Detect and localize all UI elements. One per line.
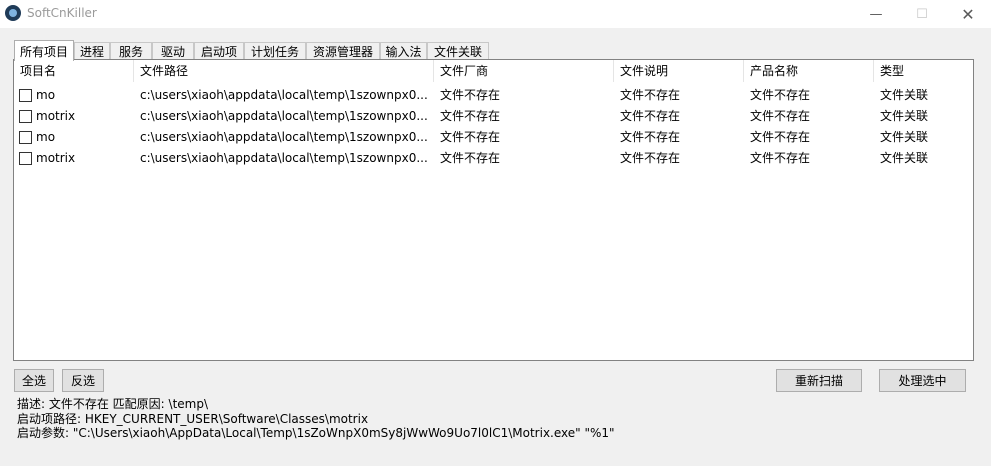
table-row[interactable]: mo c:\users\xiaoh\appdata\local\temp\1sz…	[14, 127, 973, 148]
cell-vendor: 文件不存在	[440, 88, 501, 102]
cell-path: c:\users\xiaoh\appdata\local\temp\1szown…	[140, 109, 428, 123]
tab-input-method[interactable]: 输入法	[380, 42, 427, 60]
table-row[interactable]: mo c:\users\xiaoh\appdata\local\temp\1sz…	[14, 85, 973, 106]
cell-type: 文件关联	[880, 88, 929, 102]
column-header-path[interactable]: 文件路径	[134, 60, 434, 82]
cell-vendor: 文件不存在	[440, 151, 501, 165]
cell-name: motrix	[36, 109, 76, 123]
tab-drivers[interactable]: 驱动	[152, 42, 194, 60]
startup-args-text: 启动参数: "C:\Users\xiaoh\AppData\Local\Temp…	[17, 426, 615, 440]
window-title: SoftCnKiller	[27, 6, 97, 20]
cell-description: 文件不存在	[620, 88, 681, 102]
rescan-button[interactable]: 重新扫描	[776, 369, 862, 392]
process-selected-button[interactable]: 处理选中	[879, 369, 966, 392]
cell-path: c:\users\xiaoh\appdata\local\temp\1szown…	[140, 130, 428, 144]
cell-type: 文件关联	[880, 109, 929, 123]
cell-description: 文件不存在	[620, 130, 681, 144]
list-header: 项目名 文件路径 文件厂商 文件说明 产品名称 类型	[14, 60, 973, 82]
tab-services[interactable]: 服务	[110, 42, 152, 60]
cell-path: c:\users\xiaoh\appdata\local\temp\1szown…	[140, 88, 428, 102]
cell-product: 文件不存在	[750, 151, 811, 165]
cell-description: 文件不存在	[620, 109, 681, 123]
app-logo-icon	[5, 5, 21, 21]
cell-name: mo	[36, 130, 56, 144]
table-row[interactable]: motrix c:\users\xiaoh\appdata\local\temp…	[14, 106, 973, 127]
tab-explorer[interactable]: 资源管理器	[306, 42, 380, 60]
cell-type: 文件关联	[880, 151, 929, 165]
invert-selection-button[interactable]: 反选	[62, 369, 104, 392]
cell-path: c:\users\xiaoh\appdata\local\temp\1szown…	[140, 151, 428, 165]
column-header-type[interactable]: 类型	[874, 60, 973, 82]
column-header-vendor[interactable]: 文件厂商	[434, 60, 614, 82]
tab-scheduled-tasks[interactable]: 计划任务	[244, 42, 306, 60]
select-all-button[interactable]: 全选	[14, 369, 54, 392]
tab-all-items[interactable]: 所有项目	[14, 40, 74, 61]
cell-vendor: 文件不存在	[440, 130, 501, 144]
tab-file-association[interactable]: 文件关联	[427, 42, 489, 60]
tab-startup[interactable]: 启动项	[194, 42, 244, 60]
tab-processes[interactable]: 进程	[74, 42, 110, 60]
title-bar: SoftCnKiller — ☐ ✕	[0, 0, 991, 28]
maximize-button[interactable]: ☐	[899, 0, 945, 28]
cell-name: mo	[36, 88, 56, 102]
column-header-product[interactable]: 产品名称	[744, 60, 874, 82]
cell-product: 文件不存在	[750, 88, 811, 102]
column-header-name[interactable]: 项目名	[14, 60, 134, 82]
items-list-view[interactable]: 项目名 文件路径 文件厂商 文件说明 产品名称 类型 mo c:\users\x…	[13, 59, 974, 361]
column-header-description[interactable]: 文件说明	[614, 60, 744, 82]
cell-type: 文件关联	[880, 130, 929, 144]
close-button[interactable]: ✕	[945, 0, 991, 28]
minimize-button[interactable]: —	[853, 0, 899, 28]
cell-vendor: 文件不存在	[440, 109, 501, 123]
cell-description: 文件不存在	[620, 151, 681, 165]
cell-product: 文件不存在	[750, 109, 811, 123]
cell-name: motrix	[36, 151, 76, 165]
table-row[interactable]: motrix c:\users\xiaoh\appdata\local\temp…	[14, 148, 973, 169]
cell-product: 文件不存在	[750, 130, 811, 144]
